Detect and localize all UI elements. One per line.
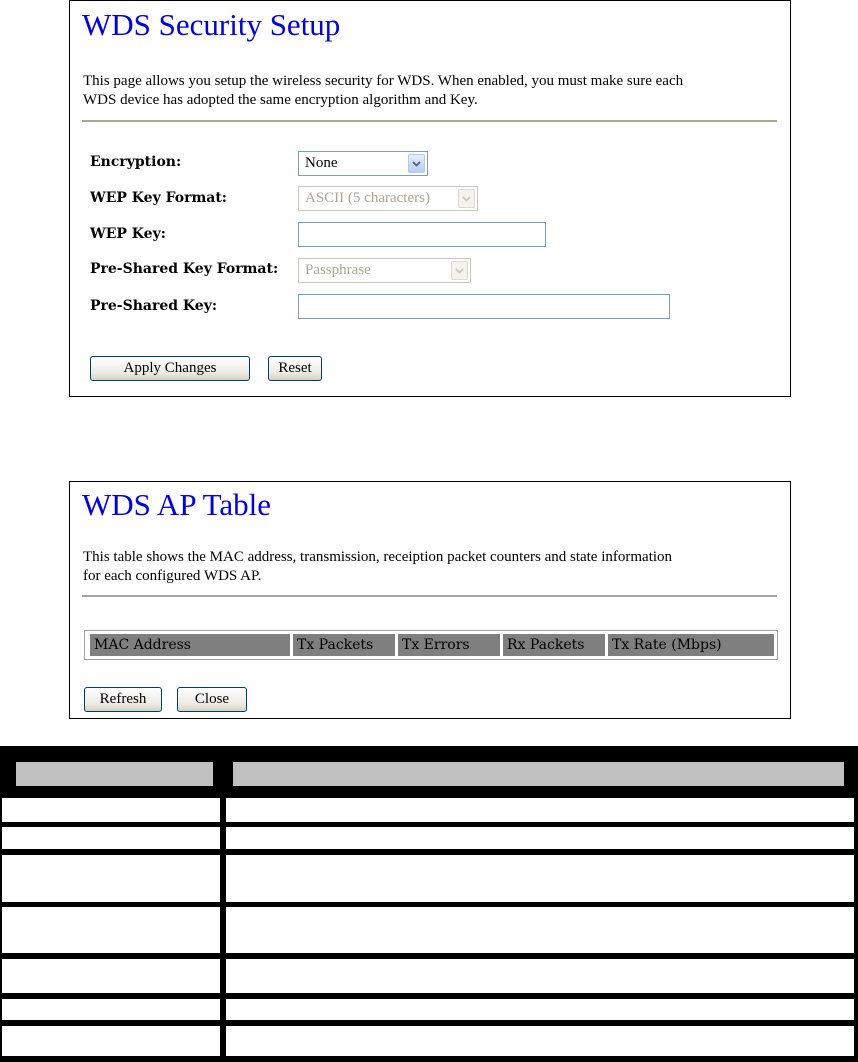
chevron-down-icon[interactable]	[408, 154, 425, 173]
wep-key-format-value: ASCII (5 characters)	[305, 190, 430, 206]
psk-label: Pre-Shared Key:	[90, 298, 217, 314]
table-cell	[226, 959, 854, 993]
table-cell	[226, 855, 854, 902]
table-cell	[2, 827, 220, 849]
table-cell	[226, 999, 854, 1020]
reset-button[interactable]: Reset	[268, 356, 322, 381]
wep-key-format-select[interactable]: ASCII (5 characters)	[298, 186, 478, 211]
psk-input[interactable]	[298, 294, 670, 319]
table-cell	[2, 907, 220, 953]
page-title: WDS Security Setup	[82, 7, 341, 42]
wds-ap-table: MAC Address Tx Packets Tx Errors Rx Pack…	[84, 630, 778, 660]
column-header-rx-packets: Rx Packets	[503, 634, 605, 656]
table-header-cell	[233, 762, 844, 786]
chevron-down-icon[interactable]	[458, 189, 475, 208]
table-cell	[226, 907, 854, 953]
encryption-value: None	[305, 155, 338, 171]
encryption-select[interactable]: None	[298, 151, 428, 176]
column-header-tx-packets: Tx Packets	[293, 634, 395, 656]
wds-ap-table-panel: WDS AP Table This table shows the MAC ad…	[69, 481, 791, 719]
psk-format-value: Passphrase	[305, 262, 371, 278]
description-line: for each configured WDS AP.	[83, 568, 262, 584]
wep-key-input[interactable]	[298, 222, 546, 247]
close-button[interactable]: Close	[177, 687, 247, 712]
encryption-label: Encryption:	[90, 154, 182, 170]
wds-security-panel: WDS Security Setup This page allows you …	[69, 0, 791, 397]
divider	[82, 120, 777, 122]
table-cell	[226, 798, 854, 822]
page-title: WDS AP Table	[82, 487, 271, 522]
apply-changes-button[interactable]: Apply Changes	[90, 356, 250, 381]
column-header-tx-rate: Tx Rate (Mbps)	[608, 634, 774, 656]
refresh-button[interactable]: Refresh	[84, 687, 162, 712]
table-header-cell	[16, 762, 213, 786]
description-line: This table shows the MAC address, transm…	[83, 549, 673, 565]
table-cell	[226, 1026, 854, 1056]
description-table	[0, 746, 858, 1062]
column-header-tx-errors: Tx Errors	[398, 634, 500, 656]
description-line: This page allows you setup the wireless …	[83, 73, 684, 89]
wep-key-label: WEP Key:	[90, 226, 166, 242]
column-header-mac-address: MAC Address	[90, 634, 290, 656]
description-line: WDS device has adopted the same encrypti…	[83, 92, 478, 108]
page-description: This page allows you setup the wireless …	[83, 72, 783, 110]
table-cell	[2, 798, 220, 822]
table-cell	[2, 1026, 220, 1056]
divider	[82, 595, 777, 597]
psk-format-label: Pre-Shared Key Format:	[90, 261, 279, 277]
table-cell	[226, 827, 854, 849]
table-cell	[2, 855, 220, 902]
table-cell	[2, 959, 220, 993]
page-description: This table shows the MAC address, transm…	[83, 548, 783, 586]
psk-format-select[interactable]: Passphrase	[298, 258, 471, 283]
wep-key-format-label: WEP Key Format:	[90, 190, 227, 206]
table-cell	[2, 999, 220, 1020]
chevron-down-icon[interactable]	[451, 261, 468, 280]
